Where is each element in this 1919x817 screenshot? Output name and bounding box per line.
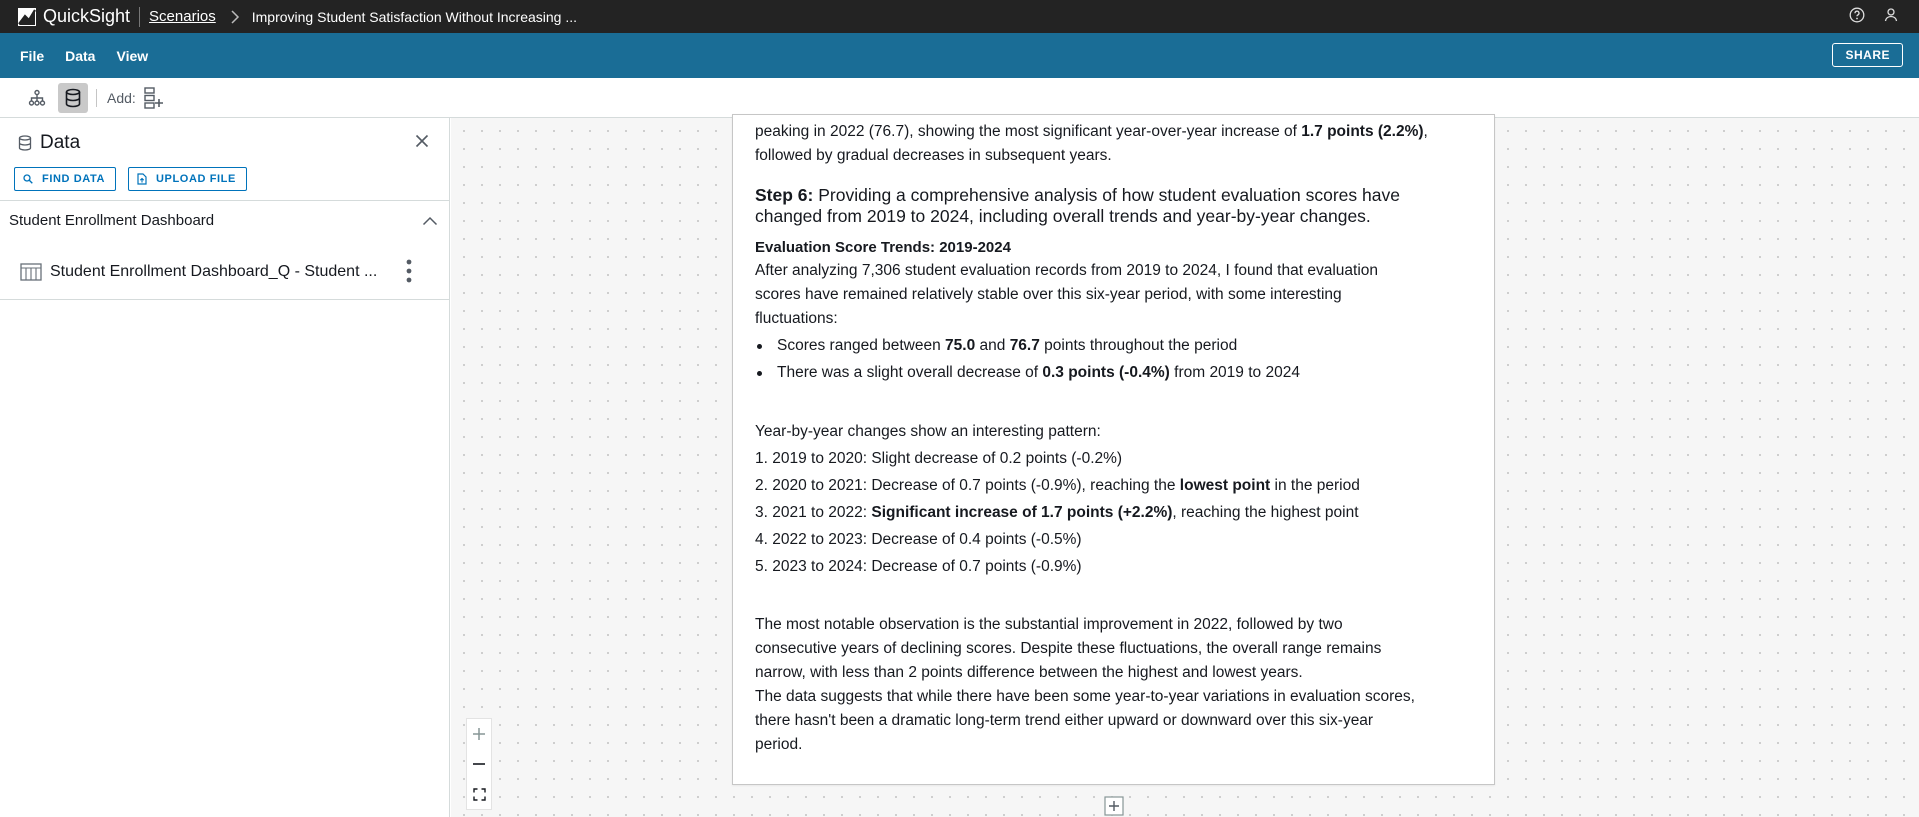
bullet-dot bbox=[757, 344, 762, 349]
database-icon bbox=[65, 88, 81, 107]
top-header: QuickSight Scenarios Improving Student S… bbox=[0, 0, 1919, 33]
bullet-dot bbox=[757, 371, 762, 376]
yoy-item: 1. 2019 to 2020: Slight decrease of 0.2 … bbox=[755, 450, 1123, 467]
menu-data[interactable]: Data bbox=[65, 48, 95, 64]
divider bbox=[0, 200, 450, 201]
breadcrumb-scenarios-link[interactable]: Scenarios bbox=[149, 8, 216, 25]
conclusion-line: period. bbox=[755, 736, 803, 753]
conclusion-line: consecutive years of declining scores. D… bbox=[755, 640, 1382, 657]
intro-line-1: peaking in 2022 (76.7), showing the most… bbox=[755, 123, 1428, 140]
close-icon[interactable] bbox=[415, 134, 429, 148]
app-name: QuickSight bbox=[43, 6, 131, 26]
yoy-intro: Year-by-year changes show an interesting… bbox=[755, 423, 1101, 440]
add-visual-below-icon[interactable] bbox=[1104, 796, 1124, 816]
section-heading: Evaluation Score Trends: 2019-2024 bbox=[755, 239, 1011, 256]
intro-line-2: followed by gradual decreases in subsequ… bbox=[755, 147, 1112, 164]
file-upload-icon bbox=[137, 173, 147, 185]
bullet-item: There was a slight overall decrease of 0… bbox=[777, 364, 1300, 381]
panel-title: Data bbox=[40, 132, 81, 153]
toolbar: Add: bbox=[0, 78, 1919, 118]
upload-file-button[interactable]: UPLOAD FILE bbox=[128, 167, 247, 191]
search-icon bbox=[23, 174, 33, 184]
menu-file[interactable]: File bbox=[20, 48, 44, 64]
chevron-up-icon[interactable] bbox=[422, 216, 438, 226]
table-icon bbox=[20, 263, 42, 281]
yoy-item: 4. 2022 to 2023: Decrease of 0.4 points … bbox=[755, 531, 1082, 548]
find-data-button[interactable]: FIND DATA bbox=[14, 167, 117, 191]
narrative-card[interactable]: peaking in 2022 (76.7), showing the most… bbox=[732, 114, 1495, 785]
quicksight-logo-icon bbox=[18, 7, 36, 26]
add-label: Add: bbox=[107, 89, 136, 106]
yoy-item: 3. 2021 to 2022: Significant increase of… bbox=[755, 504, 1359, 521]
toolbar-divider bbox=[96, 88, 97, 107]
upload-file-label: UPLOAD FILE bbox=[156, 173, 236, 185]
zoom-out-button[interactable] bbox=[467, 749, 491, 779]
zoom-controls bbox=[466, 718, 492, 810]
minus-icon bbox=[473, 763, 485, 765]
step-6-line-2: changed from 2019 to 2024, including ove… bbox=[755, 206, 1371, 226]
menu-bar: File Data View SHARE bbox=[0, 33, 1919, 78]
find-data-label: FIND DATA bbox=[42, 173, 106, 185]
quicksight-logo[interactable]: QuickSight bbox=[17, 6, 130, 27]
expand-icon bbox=[472, 787, 486, 801]
divider bbox=[0, 299, 450, 300]
user-icon[interactable] bbox=[1883, 7, 1899, 23]
data-panel: Data FIND DATA UPLOAD FILE Student Enrol… bbox=[0, 118, 450, 817]
paragraph-line: After analyzing 7,306 student evaluation… bbox=[755, 262, 1378, 279]
bullet-item: Scores ranged between 75.0 and 76.7 poin… bbox=[777, 337, 1238, 354]
add-visual-icon[interactable] bbox=[144, 86, 164, 109]
conclusion-line: The data suggests that while there have … bbox=[755, 688, 1415, 705]
analysis-canvas[interactable]: peaking in 2022 (76.7), showing the most… bbox=[451, 114, 1919, 817]
zoom-in-button[interactable] bbox=[467, 719, 491, 749]
paragraph-line: fluctuations: bbox=[755, 310, 838, 327]
conclusion-line: there hasn't been a dramatic long-term t… bbox=[755, 712, 1374, 729]
plus-icon bbox=[473, 728, 485, 740]
share-button[interactable]: SHARE bbox=[1832, 43, 1903, 67]
header-divider bbox=[139, 6, 141, 27]
hierarchy-view-button[interactable] bbox=[22, 83, 52, 113]
breadcrumb-current-title: Improving Student Satisfaction Without I… bbox=[251, 8, 578, 25]
more-options-icon[interactable] bbox=[405, 258, 413, 284]
paragraph-line: scores have remained relatively stable o… bbox=[755, 286, 1342, 303]
dataset-name: Student Enrollment Dashboard_Q - Student… bbox=[50, 263, 378, 280]
chevron-right-icon bbox=[231, 9, 239, 24]
help-icon[interactable] bbox=[1849, 7, 1865, 23]
dataset-item[interactable]: Student Enrollment Dashboard_Q - Student… bbox=[0, 254, 449, 290]
yoy-item: 5. 2023 to 2024: Decrease of 0.7 points … bbox=[755, 558, 1082, 575]
data-panel-toggle-button[interactable] bbox=[58, 82, 88, 113]
conclusion-line: The most notable observation is the subs… bbox=[755, 616, 1343, 633]
conclusion-line: narrow, with less than 2 points differen… bbox=[755, 664, 1303, 681]
database-icon bbox=[18, 135, 32, 151]
hierarchy-icon bbox=[28, 89, 46, 106]
dataset-section-title[interactable]: Student Enrollment Dashboard bbox=[9, 212, 214, 229]
menu-view[interactable]: View bbox=[116, 48, 148, 64]
fit-to-screen-button[interactable] bbox=[467, 779, 491, 809]
yoy-item: 2. 2020 to 2021: Decrease of 0.7 points … bbox=[755, 477, 1360, 494]
step-6-line-1: Step 6: Providing a comprehensive analys… bbox=[755, 185, 1400, 205]
